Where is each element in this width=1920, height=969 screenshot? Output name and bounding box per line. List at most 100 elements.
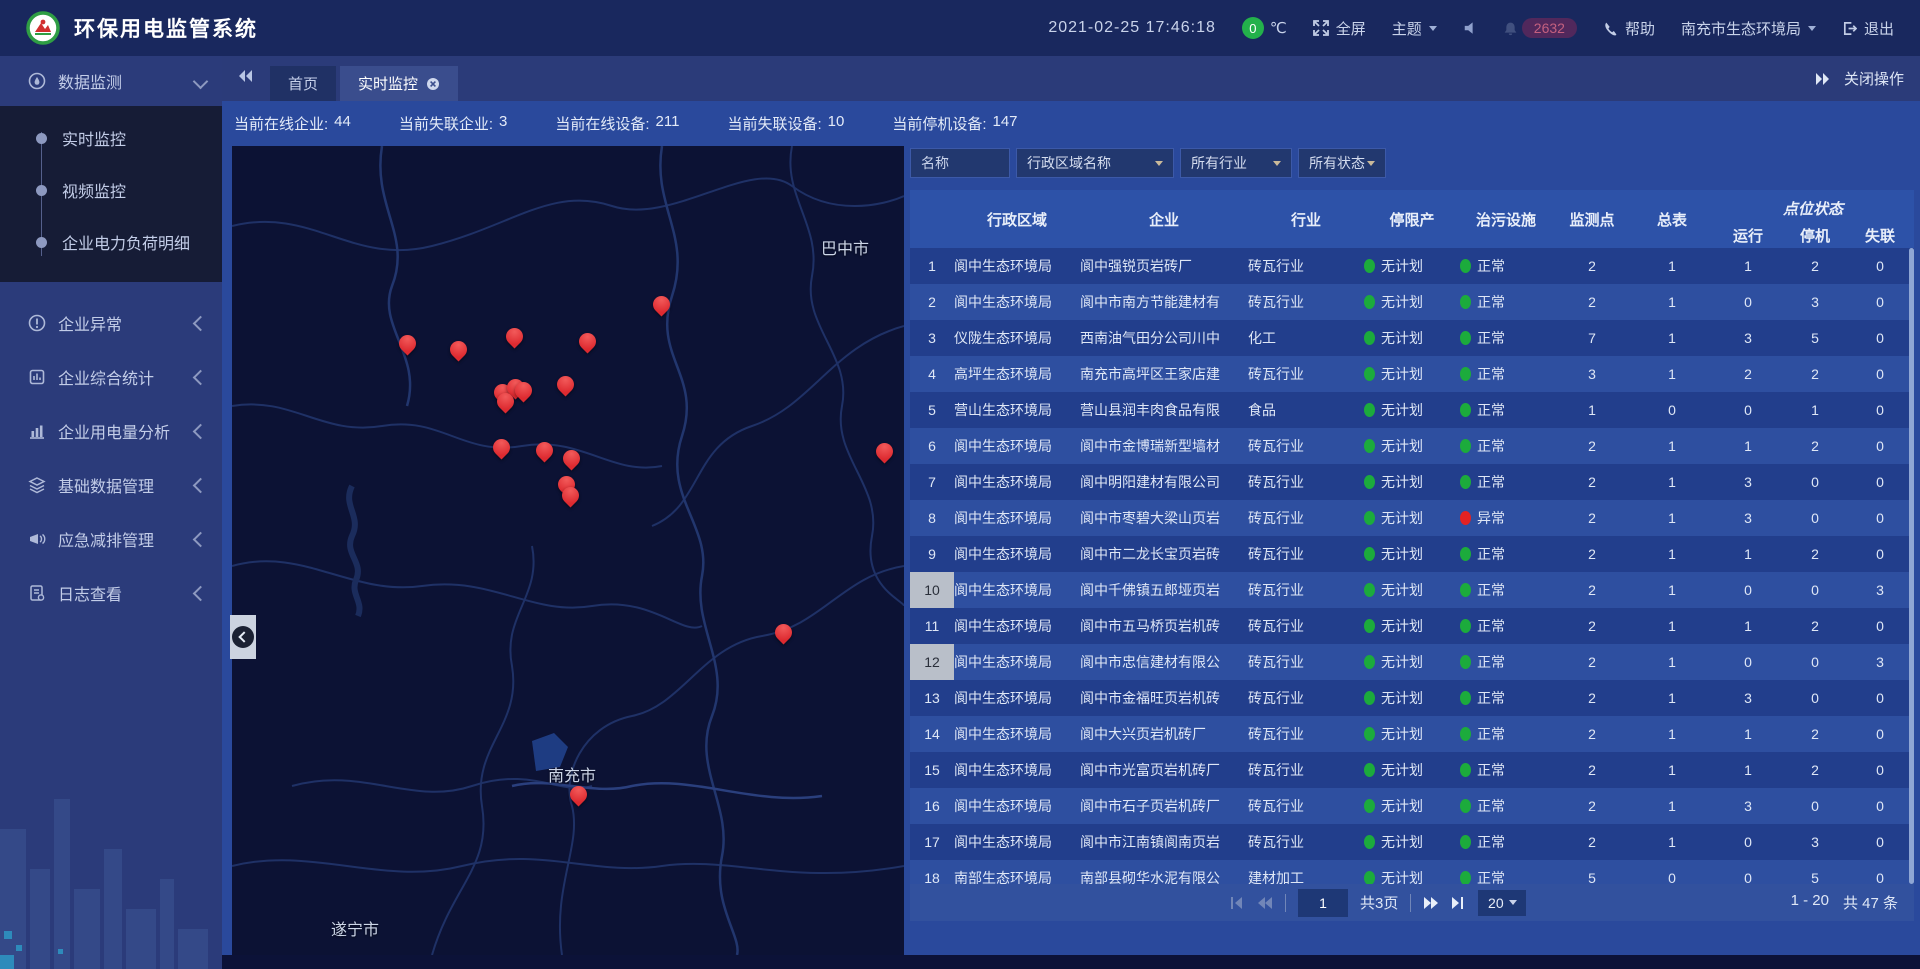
fullscreen-button[interactable]: 全屏 [1313, 18, 1366, 39]
sidebar-item-basic-data[interactable]: 基础数据管理 [0, 458, 222, 512]
page-number-input[interactable] [1298, 889, 1348, 917]
tab-bar: 首页 实时监控 关闭操作 [222, 56, 1920, 101]
sidebar-item-power-analysis[interactable]: 企业用电量分析 [0, 404, 222, 458]
facility-status-cell: 正常 [1460, 364, 1552, 384]
facility-status-cell: 正常 [1460, 544, 1552, 564]
last-page-button[interactable] [1451, 896, 1466, 910]
limit-status-cell: 无计划 [1364, 400, 1460, 420]
fullscreen-icon [1313, 20, 1329, 36]
table-row[interactable]: 3仪陇生态环境局西南油气田分公司川中化工无计划正常71350 [910, 320, 1914, 356]
org-dropdown[interactable]: 南充市生态环境局 [1681, 18, 1816, 39]
table-row[interactable]: 13阆中生态环境局阆中市金福旺页岩机砖砖瓦行业无计划正常21300 [910, 680, 1914, 716]
theme-dropdown[interactable]: 主题 [1392, 18, 1437, 39]
limit-status-cell: 无计划 [1364, 832, 1460, 852]
filter-bar: 行政区域名称 所有行业 所有状态 [910, 148, 1386, 178]
lost-cell: 0 [1846, 798, 1914, 814]
status-dot-icon [1460, 871, 1471, 884]
facility-status-cell: 正常 [1460, 436, 1552, 456]
table-row[interactable]: 8阆中生态环境局阆中市枣碧大梁山页岩砖瓦行业无计划异常21300 [910, 500, 1914, 536]
table-row[interactable]: 6阆中生态环境局阆中市金博瑞新型墙材砖瓦行业无计划正常21120 [910, 428, 1914, 464]
run-cell: 0 [1712, 294, 1784, 310]
name-search-input[interactable] [910, 148, 1010, 178]
points-cell: 2 [1552, 726, 1632, 742]
table-row[interactable]: 18南部生态环境局南部县砌华水泥有限公建材加工无计划正常50050 [910, 860, 1914, 884]
table-row[interactable]: 12阆中生态环境局阆中市忠信建材有限公砖瓦行业无计划正常21003 [910, 644, 1914, 680]
lost-cell: 0 [1846, 870, 1914, 884]
region-select[interactable]: 行政区域名称 [1016, 148, 1174, 178]
status-dot-icon [1364, 331, 1375, 345]
logout-button[interactable]: 退出 [1842, 18, 1894, 39]
status-dot-icon [1460, 763, 1471, 777]
sidebar-item-company-abnormal[interactable]: 企业异常 [0, 296, 222, 350]
mute-button[interactable] [1463, 21, 1477, 35]
sidebar-item-realtime-monitor[interactable]: 实时监控 [0, 112, 222, 164]
table-row[interactable]: 16阆中生态环境局阆中市石子页岩机砖厂砖瓦行业无计划正常21300 [910, 788, 1914, 824]
lost-cell: 0 [1846, 726, 1914, 742]
table-row[interactable]: 11阆中生态环境局阆中市五马桥页岩机砖砖瓦行业无计划正常21120 [910, 608, 1914, 644]
previous-page-button[interactable] [1257, 896, 1273, 910]
row-number-cell: 10 [910, 572, 954, 608]
page-size-select[interactable]: 20 [1478, 890, 1526, 916]
close-operations-button[interactable]: 关闭操作 [1814, 68, 1920, 89]
sidebar-item-power-load-detail[interactable]: 企业电力负荷明细 [0, 216, 222, 268]
tab-home[interactable]: 首页 [270, 66, 336, 101]
industry-select[interactable]: 所有行业 [1180, 148, 1292, 178]
points-cell: 2 [1552, 294, 1632, 310]
map-collapse-button[interactable] [230, 615, 256, 659]
pagination-bar: 共3页 20 1 - 20 共 47 条 [910, 884, 1914, 921]
table-row[interactable]: 7阆中生态环境局阆中明阳建材有限公司砖瓦行业无计划正常21300 [910, 464, 1914, 500]
row-number-cell: 18 [910, 860, 954, 884]
limit-status-cell: 无计划 [1364, 436, 1460, 456]
sidebar-item-company-statistics[interactable]: 企业综合统计 [0, 350, 222, 404]
table-row[interactable]: 10阆中生态环境局阆中千佛镇五郎垭页岩砖瓦行业无计划正常21003 [910, 572, 1914, 608]
meters-cell: 1 [1632, 726, 1712, 742]
sidebar-item-data-monitor[interactable]: 数据监测 [0, 56, 222, 106]
table-row[interactable]: 14阆中生态环境局阆中大兴页岩机砖厂砖瓦行业无计划正常21120 [910, 716, 1914, 752]
facility-status-cell: 正常 [1460, 868, 1552, 884]
table-row[interactable]: 5营山生态环境局营山县润丰肉食品有限食品无计划正常10010 [910, 392, 1914, 428]
sidebar-item-video-monitor[interactable]: 视频监控 [0, 164, 222, 216]
sidebar-item-emergency-reduction[interactable]: 应急减排管理 [0, 512, 222, 566]
region-cell: 阆中生态环境局 [954, 580, 1080, 600]
facility-status-cell: 正常 [1460, 760, 1552, 780]
meters-cell: 1 [1632, 366, 1712, 382]
stat-item: 当前在线企业:44 [234, 113, 351, 134]
table-scrollbar[interactable] [1909, 248, 1914, 884]
meters-cell: 0 [1632, 402, 1712, 418]
row-number-cell: 4 [910, 356, 954, 392]
meters-cell: 1 [1632, 762, 1712, 778]
stop-cell: 0 [1784, 474, 1846, 490]
tab-realtime-monitor[interactable]: 实时监控 [340, 66, 458, 101]
company-cell: 阆中大兴页岩机砖厂 [1080, 724, 1248, 744]
map-panel[interactable]: 巴中市南充市遂宁市 [232, 146, 904, 955]
table-row[interactable]: 4高坪生态环境局南充市高坪区王家店建砖瓦行业无计划正常31220 [910, 356, 1914, 392]
points-cell: 7 [1552, 330, 1632, 346]
limit-status-cell: 无计划 [1364, 292, 1460, 312]
table-row[interactable]: 17阆中生态环境局阆中市江南镇阆南页岩砖瓦行业无计划正常21030 [910, 824, 1914, 860]
tabs-scroll-left-button[interactable] [238, 69, 254, 88]
status-dot-icon [1364, 763, 1375, 777]
table-row[interactable]: 9阆中生态环境局阆中市二龙长宝页岩砖砖瓦行业无计划正常21120 [910, 536, 1914, 572]
city-label: 巴中市 [821, 235, 869, 259]
notification-badge[interactable]: 2632 [1503, 18, 1577, 38]
close-icon[interactable] [426, 77, 440, 91]
table-row[interactable]: 2阆中生态环境局阆中市南方节能建材有砖瓦行业无计划正常21030 [910, 284, 1914, 320]
table-row[interactable]: 1阆中生态环境局阆中强锐页岩砖厂砖瓦行业无计划正常21120 [910, 248, 1914, 284]
limit-status-cell: 无计划 [1364, 472, 1460, 492]
lost-cell: 0 [1846, 510, 1914, 526]
next-page-button[interactable] [1423, 896, 1439, 910]
stop-cell: 0 [1784, 582, 1846, 598]
company-cell: 阆中市枣碧大梁山页岩 [1080, 508, 1248, 528]
table-row[interactable]: 15阆中生态环境局阆中市光富页岩机砖厂砖瓦行业无计划正常21120 [910, 752, 1914, 788]
facility-status-cell: 正常 [1460, 256, 1552, 276]
region-cell: 营山生态环境局 [954, 400, 1080, 420]
first-page-button[interactable] [1230, 896, 1245, 910]
status-select[interactable]: 所有状态 [1298, 148, 1386, 178]
lost-cell: 0 [1846, 402, 1914, 418]
sidebar-item-log-view[interactable]: 日志查看 [0, 566, 222, 620]
facility-status-cell: 异常 [1460, 508, 1552, 528]
help-button[interactable]: 帮助 [1603, 18, 1655, 39]
bullet-icon [36, 133, 47, 144]
points-cell: 2 [1552, 546, 1632, 562]
row-number-cell: 16 [910, 788, 954, 824]
